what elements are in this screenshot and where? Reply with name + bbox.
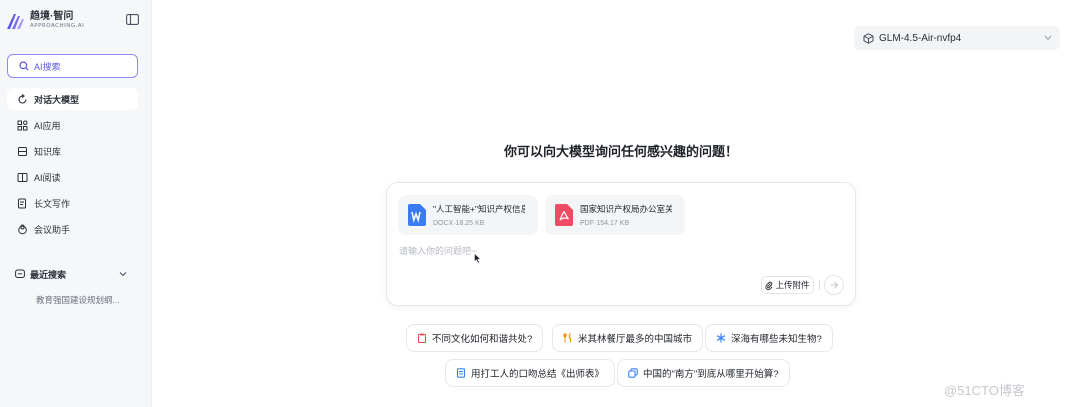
suggestion-chip[interactable]: 用打工人的口吻总结《出师表》 — [445, 359, 616, 387]
sidebar: 趋境·智问 APPROACHING.AI AI搜索 对话大模型 AI应用 知识库… — [0, 0, 152, 407]
sidebar-item-label: 对话大模型 — [34, 94, 80, 105]
logo-title: 趋境·智问 — [30, 11, 74, 23]
recent-search-item[interactable]: 教育强国建设规划纲... — [36, 294, 120, 306]
edit-document-icon — [18, 198, 26, 208]
asterisk-icon — [716, 333, 726, 343]
model-selector-value: GLM-4.5-Air-nvfp4 — [879, 32, 962, 44]
sidebar-item-label: 知识库 — [34, 146, 62, 157]
sidebar-item-ai-reading[interactable]: AI阅读 — [7, 166, 138, 188]
cube-icon — [863, 32, 874, 44]
suggestion-label: 中国的"南方"到底从哪里开始算? — [643, 369, 779, 380]
arrow-right-icon — [830, 281, 839, 289]
apps-icon — [17, 120, 28, 130]
suggestion-chip[interactable]: 不同文化如何和谐共处? — [406, 324, 544, 352]
logo-subtitle: APPROACHING.AI — [30, 23, 85, 30]
sidebar-item-label: 长文写作 — [34, 198, 71, 209]
recent-searches-title: 最近搜索 — [30, 269, 67, 280]
mouse-cursor-icon — [474, 253, 481, 264]
paperclip-icon — [766, 281, 773, 290]
sidebar-item-label: AI阅读 — [34, 172, 61, 183]
ai-search-button[interactable]: AI搜索 — [7, 54, 138, 78]
refresh-chat-icon — [18, 93, 27, 104]
chat-input-box: "人工智能+"知识产权信息 DOCX·18.25 KB 国家知识产权局办公室关于… — [386, 182, 856, 306]
book-icon — [17, 172, 28, 182]
chat-bubble-icon — [15, 269, 25, 278]
search-icon — [19, 61, 29, 71]
sidebar-item-label: 会议助手 — [34, 224, 71, 235]
sidebar-item-knowledge-base[interactable]: 知识库 — [7, 140, 138, 162]
sidebar-item-chat-model[interactable]: 对话大模型 — [7, 88, 138, 110]
file-meta: DOCX·18.25 KB — [433, 220, 485, 227]
logo[interactable]: 趋境·智问 APPROACHING.AI — [6, 10, 84, 32]
sidebar-item-long-writing[interactable]: 长文写作 — [7, 192, 138, 214]
database-icon — [18, 146, 27, 156]
suggestion-label: 深海有哪些未知生物? — [731, 334, 822, 345]
suggestion-chip[interactable]: 深海有哪些未知生物? — [705, 324, 833, 352]
attached-file-card[interactable]: "人工智能+"知识产权信息 DOCX·18.25 KB — [398, 195, 538, 235]
suggestion-label: 不同文化如何和谐共处? — [432, 334, 533, 345]
file-meta: PDF·154.17 KB — [580, 220, 630, 227]
watermark: @51CTO博客 — [944, 383, 1025, 398]
pdf-file-icon — [555, 204, 573, 226]
chevron-down-icon — [1044, 35, 1052, 41]
file-name: 国家知识产权局办公室关于 — [580, 204, 672, 214]
upload-attachment-label: 上传附件 — [775, 280, 810, 290]
sidebar-item-ai-apps[interactable]: AI应用 — [7, 114, 138, 136]
send-button[interactable] — [824, 275, 844, 295]
file-name: "人工智能+"知识产权信息 — [433, 204, 525, 214]
ai-search-label: AI搜索 — [34, 61, 61, 72]
fork-knife-icon — [563, 333, 571, 343]
upload-attachment-button[interactable]: 上传附件 — [761, 276, 814, 294]
meeting-icon — [18, 224, 27, 234]
sidebar-nav: 对话大模型 AI应用 知识库 AI阅读 长文写作 会议助手 — [7, 88, 138, 244]
document-icon — [456, 368, 466, 378]
page-headline: 你可以向大模型询问任何感兴趣的问题！ — [503, 144, 738, 159]
recent-searches-header[interactable]: 最近搜索 — [15, 267, 127, 281]
question-input[interactable] — [399, 243, 839, 259]
suggestion-label: 用打工人的口吻总结《出师表》 — [471, 369, 605, 380]
clipboard-icon — [417, 333, 427, 343]
copy-icon — [628, 368, 638, 378]
logo-mark-icon — [7, 14, 24, 29]
suggestion-chip[interactable]: 中国的"南方"到底从哪里开始算? — [617, 359, 790, 387]
suggestion-label: 米其林餐厅最多的中国城市 — [578, 334, 693, 345]
model-selector[interactable]: GLM-4.5-Air-nvfp4 — [854, 26, 1060, 50]
sidebar-item-meeting-assistant[interactable]: 会议助手 — [7, 218, 138, 240]
suggestion-chip[interactable]: 米其林餐厅最多的中国城市 — [552, 324, 704, 352]
word-file-icon — [408, 204, 426, 226]
chevron-down-icon[interactable] — [119, 270, 127, 278]
sidebar-collapse-icon[interactable] — [126, 14, 139, 25]
toolbar-divider — [819, 280, 820, 290]
sidebar-item-label: AI应用 — [34, 120, 61, 131]
attached-file-card[interactable]: 国家知识产权局办公室关于 PDF·154.17 KB — [545, 195, 685, 235]
